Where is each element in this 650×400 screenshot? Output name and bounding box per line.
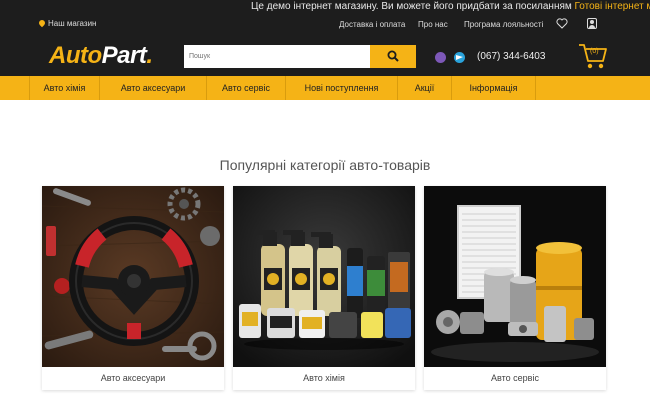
main-header: AutoPart. (067) 344-6403 (0) xyxy=(0,37,650,76)
phone-number[interactable]: (067) 344-6403 xyxy=(477,51,545,62)
announcement-message: Це демо інтернет магазину. Ви можете йог… xyxy=(251,1,575,12)
site-logo[interactable]: AutoPart. xyxy=(49,42,153,70)
category-card-accessories[interactable]: Авто аксесуари xyxy=(42,186,224,390)
category-label: Авто хімія xyxy=(303,373,345,383)
logo-auto: Auto xyxy=(49,42,102,69)
search-button[interactable] xyxy=(370,45,416,68)
delivery-payment-link[interactable]: Доставка і оплата xyxy=(339,20,405,29)
nav-item-auto-service[interactable]: Авто сервіс xyxy=(207,76,286,100)
our-store-label: Наш магазин xyxy=(48,19,97,28)
category-image-car-chemicals xyxy=(233,186,415,367)
section-title: Популярні категорії авто-товарів xyxy=(219,157,431,173)
cart-count-badge: (0) xyxy=(590,48,599,55)
category-card-chemistry[interactable]: Авто хімія xyxy=(233,186,415,390)
nav-item-auto-accessories[interactable]: Авто аксесуари xyxy=(100,76,207,100)
announcement-bar: Це демо інтернет магазину. Ви можете йог… xyxy=(0,0,650,13)
category-label: Авто сервіс xyxy=(491,373,539,383)
cart-icon[interactable] xyxy=(578,42,608,70)
search-input[interactable] xyxy=(184,45,370,68)
wishlist-heart-icon[interactable] xyxy=(556,18,568,29)
logo-part: Part xyxy=(101,42,147,69)
nav-item-auto-chemistry[interactable]: Авто хімія xyxy=(29,76,100,100)
nav-item-new-arrivals[interactable]: Нові поступлення xyxy=(286,76,398,100)
location-pin-icon xyxy=(39,20,45,28)
account-user-icon[interactable] xyxy=(587,18,597,29)
category-nav: Авто хімія Авто аксесуари Авто сервіс Но… xyxy=(0,76,650,100)
ready-stores-link[interactable]: Готові інтернет магазини xyxy=(575,1,650,12)
category-label: Авто аксесуари xyxy=(100,373,166,383)
announcement-text: Це демо інтернет магазину. Ви можете йог… xyxy=(251,0,650,13)
telegram-icon[interactable] xyxy=(454,52,465,63)
about-us-link[interactable]: Про нас xyxy=(418,20,448,29)
loyalty-program-link[interactable]: Програма лояльності xyxy=(464,20,543,29)
our-store-link[interactable]: Наш магазин xyxy=(39,19,96,28)
viber-icon[interactable] xyxy=(435,52,446,63)
category-image-steering-wheel xyxy=(42,186,224,367)
top-utility-bar: Наш магазин Доставка і оплата Про нас Пр… xyxy=(0,13,650,37)
search-icon xyxy=(387,50,399,62)
nav-item-promotions[interactable]: Акції xyxy=(398,76,452,100)
logo-dot: . xyxy=(146,42,153,69)
nav-item-information[interactable]: Інформація xyxy=(452,76,536,100)
category-card-service[interactable]: Авто сервіс xyxy=(424,186,606,390)
category-image-filters-parts xyxy=(424,186,606,367)
